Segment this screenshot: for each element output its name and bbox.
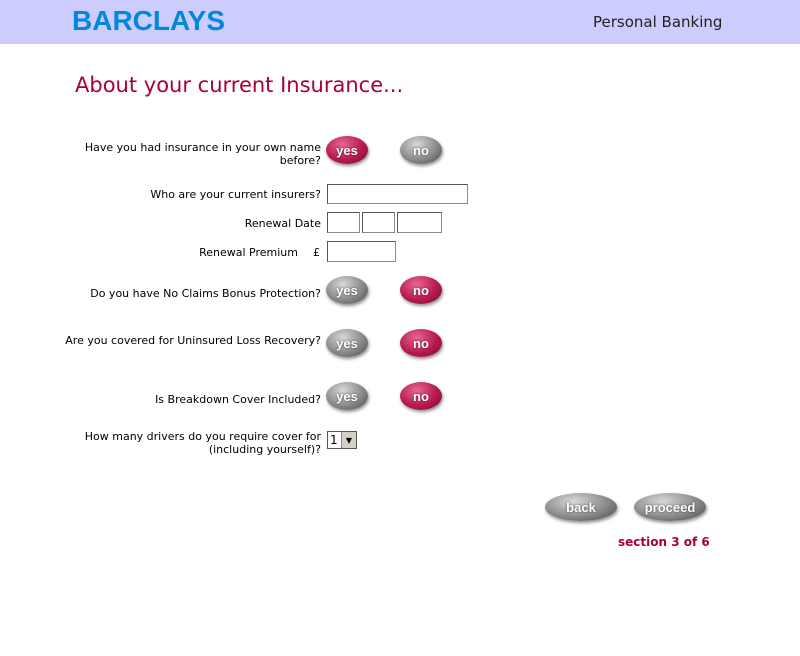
back-button[interactable]: back (545, 493, 617, 521)
renewal-premium-label: Renewal Premium (199, 246, 298, 259)
renewal-date-label: Renewal Date (244, 217, 321, 230)
had-insurance-label: Have you had insurance in your own name … (84, 141, 321, 167)
drivers-label: How many drivers do you require cover fo… (84, 430, 321, 456)
had-insurance-yes-button[interactable]: yes (326, 136, 368, 164)
ncb-protection-yes-button[interactable]: yes (326, 276, 368, 304)
had-insurance-no-button[interactable]: no (400, 136, 442, 164)
uninsured-loss-label: Are you covered for Uninsured Loss Recov… (65, 334, 321, 347)
personal-banking-label: Personal Banking (593, 13, 723, 31)
current-insurers-label: Who are your current insurers? (150, 188, 321, 201)
current-insurers-input[interactable] (327, 184, 468, 204)
chevron-down-icon[interactable]: ▼ (341, 432, 356, 448)
renewal-premium-input[interactable] (327, 241, 396, 262)
uninsured-loss-yes-button[interactable]: yes (326, 329, 368, 357)
header-bar: BARCLAYS Personal Banking (0, 0, 800, 44)
renewal-date-day-input[interactable] (327, 212, 360, 233)
proceed-button[interactable]: proceed (634, 493, 706, 521)
page-title: About your current Insurance... (75, 73, 404, 97)
pound-symbol: £ (313, 246, 320, 259)
breakdown-label: Is Breakdown Cover Included? (155, 393, 321, 406)
ncb-protection-no-button[interactable]: no (400, 276, 442, 304)
renewal-date-month-input[interactable] (362, 212, 395, 233)
renewal-date-year-input[interactable] (397, 212, 442, 233)
section-progress: section 3 of 6 (618, 535, 710, 549)
drivers-select[interactable]: 1 ▼ (327, 431, 357, 449)
drivers-select-value: 1 (330, 433, 338, 447)
uninsured-loss-no-button[interactable]: no (400, 329, 442, 357)
barclays-logo: BARCLAYS (72, 5, 225, 36)
ncb-protection-label: Do you have No Claims Bonus Protection? (90, 287, 321, 300)
breakdown-no-button[interactable]: no (400, 382, 442, 410)
breakdown-yes-button[interactable]: yes (326, 382, 368, 410)
